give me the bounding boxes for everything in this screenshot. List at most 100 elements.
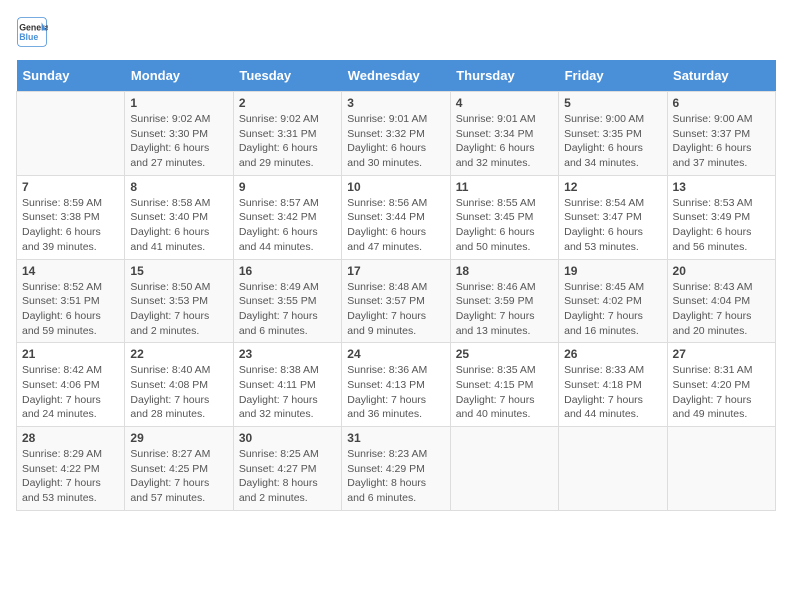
calendar-cell: 8 Sunrise: 8:58 AM Sunset: 3:40 PM Daylig… [125, 175, 233, 259]
day-info: Sunrise: 8:53 AM Sunset: 3:49 PM Dayligh… [673, 196, 770, 255]
calendar-cell: 10 Sunrise: 8:56 AM Sunset: 3:44 PM Dayli… [342, 175, 450, 259]
day-info: Sunrise: 8:56 AM Sunset: 3:44 PM Dayligh… [347, 196, 444, 255]
calendar-cell: 18Sunrise: 8:46 AM Sunset: 3:59 PM Dayli… [450, 259, 558, 343]
day-number: 24 [347, 347, 444, 361]
calendar-cell [559, 427, 667, 511]
calendar-header-row: SundayMondayTuesdayWednesdayThursdayFrid… [17, 60, 776, 92]
calendar-cell: 24Sunrise: 8:36 AM Sunset: 4:13 PM Dayli… [342, 343, 450, 427]
day-info: Sunrise: 8:46 AM Sunset: 3:59 PM Dayligh… [456, 280, 553, 339]
day-info: Sunrise: 8:58 AM Sunset: 3:40 PM Dayligh… [130, 196, 227, 255]
day-info: Sunrise: 8:23 AM Sunset: 4:29 PM Dayligh… [347, 447, 444, 506]
day-number: 20 [673, 264, 770, 278]
day-number: 4 [456, 96, 553, 110]
day-info: Sunrise: 8:59 AM Sunset: 3:38 PM Dayligh… [22, 196, 119, 255]
day-info: Sunrise: 8:49 AM Sunset: 3:55 PM Dayligh… [239, 280, 336, 339]
day-info: Sunrise: 8:40 AM Sunset: 4:08 PM Dayligh… [130, 363, 227, 422]
calendar-cell: 20 Sunrise: 8:43 AM Sunset: 4:04 PM Dayli… [667, 259, 775, 343]
day-number: 1 [130, 96, 227, 110]
day-number: 27 [673, 347, 770, 361]
day-number: 14 [22, 264, 119, 278]
day-number: 22 [130, 347, 227, 361]
logo: General Blue [16, 16, 52, 48]
day-info: Sunrise: 9:02 AM Sunset: 3:30 PM Dayligh… [130, 112, 227, 171]
day-info: Sunrise: 8:25 AM Sunset: 4:27 PM Dayligh… [239, 447, 336, 506]
day-number: 15 [130, 264, 227, 278]
calendar-cell [450, 427, 558, 511]
day-of-week-tuesday: Tuesday [233, 60, 341, 92]
day-info: Sunrise: 8:50 AM Sunset: 3:53 PM Dayligh… [130, 280, 227, 339]
calendar-cell: 11Sunrise: 8:55 AM Sunset: 3:45 PM Dayli… [450, 175, 558, 259]
day-number: 17 [347, 264, 444, 278]
calendar-cell: 16 Sunrise: 8:49 AM Sunset: 3:55 PM Dayli… [233, 259, 341, 343]
day-info: Sunrise: 9:00 AM Sunset: 3:37 PM Dayligh… [673, 112, 770, 171]
week-row-1: 1 Sunrise: 9:02 AM Sunset: 3:30 PM Daylig… [17, 92, 776, 176]
calendar-cell: 14 Sunrise: 8:52 AM Sunset: 3:51 PM Dayli… [17, 259, 125, 343]
week-row-2: 7 Sunrise: 8:59 AM Sunset: 3:38 PM Daylig… [17, 175, 776, 259]
day-info: Sunrise: 9:02 AM Sunset: 3:31 PM Dayligh… [239, 112, 336, 171]
calendar-cell: 2 Sunrise: 9:02 AM Sunset: 3:31 PM Daylig… [233, 92, 341, 176]
day-number: 10 [347, 180, 444, 194]
calendar-cell: 6 Sunrise: 9:00 AM Sunset: 3:37 PM Daylig… [667, 92, 775, 176]
day-info: Sunrise: 8:52 AM Sunset: 3:51 PM Dayligh… [22, 280, 119, 339]
day-number: 7 [22, 180, 119, 194]
day-info: Sunrise: 9:00 AM Sunset: 3:35 PM Dayligh… [564, 112, 661, 171]
day-number: 9 [239, 180, 336, 194]
day-info: Sunrise: 8:29 AM Sunset: 4:22 PM Dayligh… [22, 447, 119, 506]
calendar-cell: 17Sunrise: 8:48 AM Sunset: 3:57 PM Dayli… [342, 259, 450, 343]
page-header: General Blue [16, 16, 776, 48]
day-number: 29 [130, 431, 227, 445]
calendar-cell: 12 Sunrise: 8:54 AM Sunset: 3:47 PM Dayli… [559, 175, 667, 259]
calendar-cell: 7 Sunrise: 8:59 AM Sunset: 3:38 PM Daylig… [17, 175, 125, 259]
day-info: Sunrise: 8:54 AM Sunset: 3:47 PM Dayligh… [564, 196, 661, 255]
day-info: Sunrise: 8:35 AM Sunset: 4:15 PM Dayligh… [456, 363, 553, 422]
day-info: Sunrise: 8:45 AM Sunset: 4:02 PM Dayligh… [564, 280, 661, 339]
day-number: 2 [239, 96, 336, 110]
week-row-5: 28 Sunrise: 8:29 AM Sunset: 4:22 PM Dayli… [17, 427, 776, 511]
calendar-cell: 23 Sunrise: 8:38 AM Sunset: 4:11 PM Dayli… [233, 343, 341, 427]
calendar-cell: 29 Sunrise: 8:27 AM Sunset: 4:25 PM Dayli… [125, 427, 233, 511]
day-info: Sunrise: 8:31 AM Sunset: 4:20 PM Dayligh… [673, 363, 770, 422]
day-info: Sunrise: 8:27 AM Sunset: 4:25 PM Dayligh… [130, 447, 227, 506]
calendar-cell: 5 Sunrise: 9:00 AM Sunset: 3:35 PM Daylig… [559, 92, 667, 176]
day-info: Sunrise: 8:38 AM Sunset: 4:11 PM Dayligh… [239, 363, 336, 422]
calendar-cell: 3 Sunrise: 9:01 AM Sunset: 3:32 PM Daylig… [342, 92, 450, 176]
day-of-week-saturday: Saturday [667, 60, 775, 92]
day-number: 25 [456, 347, 553, 361]
day-info: Sunrise: 9:01 AM Sunset: 3:32 PM Dayligh… [347, 112, 444, 171]
calendar-cell: 9Sunrise: 8:57 AM Sunset: 3:42 PM Daylig… [233, 175, 341, 259]
day-info: Sunrise: 9:01 AM Sunset: 3:34 PM Dayligh… [456, 112, 553, 171]
day-number: 31 [347, 431, 444, 445]
calendar-cell: 13 Sunrise: 8:53 AM Sunset: 3:49 PM Dayli… [667, 175, 775, 259]
day-info: Sunrise: 8:42 AM Sunset: 4:06 PM Dayligh… [22, 363, 119, 422]
logo-icon: General Blue [16, 16, 48, 48]
day-number: 16 [239, 264, 336, 278]
day-number: 8 [130, 180, 227, 194]
calendar-cell: 1 Sunrise: 9:02 AM Sunset: 3:30 PM Daylig… [125, 92, 233, 176]
day-number: 13 [673, 180, 770, 194]
day-number: 12 [564, 180, 661, 194]
day-of-week-friday: Friday [559, 60, 667, 92]
calendar-cell: 26 Sunrise: 8:33 AM Sunset: 4:18 PM Dayli… [559, 343, 667, 427]
day-number: 21 [22, 347, 119, 361]
day-number: 23 [239, 347, 336, 361]
calendar-cell: 27 Sunrise: 8:31 AM Sunset: 4:20 PM Dayli… [667, 343, 775, 427]
day-number: 6 [673, 96, 770, 110]
calendar-cell: 15 Sunrise: 8:50 AM Sunset: 3:53 PM Dayli… [125, 259, 233, 343]
calendar-cell: 21 Sunrise: 8:42 AM Sunset: 4:06 PM Dayli… [17, 343, 125, 427]
day-info: Sunrise: 8:55 AM Sunset: 3:45 PM Dayligh… [456, 196, 553, 255]
calendar-cell [17, 92, 125, 176]
svg-text:Blue: Blue [19, 32, 38, 42]
calendar-cell: 4 Sunrise: 9:01 AM Sunset: 3:34 PM Daylig… [450, 92, 558, 176]
calendar-cell: 25 Sunrise: 8:35 AM Sunset: 4:15 PM Dayli… [450, 343, 558, 427]
day-info: Sunrise: 8:43 AM Sunset: 4:04 PM Dayligh… [673, 280, 770, 339]
day-of-week-thursday: Thursday [450, 60, 558, 92]
day-number: 5 [564, 96, 661, 110]
day-number: 26 [564, 347, 661, 361]
day-info: Sunrise: 8:33 AM Sunset: 4:18 PM Dayligh… [564, 363, 661, 422]
day-of-week-monday: Monday [125, 60, 233, 92]
calendar-cell: 28 Sunrise: 8:29 AM Sunset: 4:22 PM Dayli… [17, 427, 125, 511]
calendar-cell: 19Sunrise: 8:45 AM Sunset: 4:02 PM Dayli… [559, 259, 667, 343]
day-number: 28 [22, 431, 119, 445]
calendar-cell: 30Sunrise: 8:25 AM Sunset: 4:27 PM Dayli… [233, 427, 341, 511]
day-number: 3 [347, 96, 444, 110]
